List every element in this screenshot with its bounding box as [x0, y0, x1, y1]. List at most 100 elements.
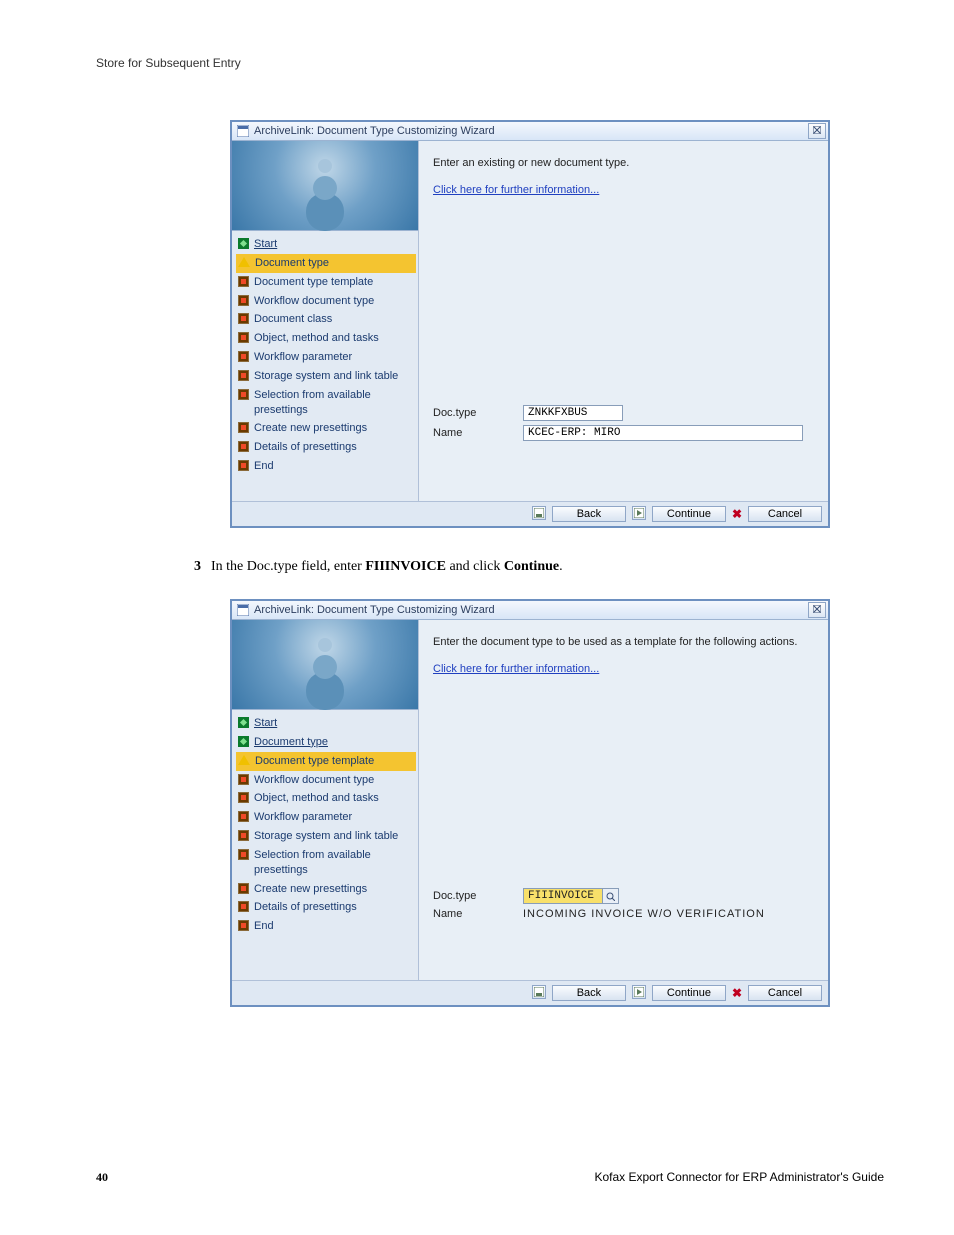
cancel-icon: ✖ [732, 507, 742, 521]
square-todo-icon [238, 441, 249, 452]
close-icon [813, 126, 821, 137]
name-input[interactable] [523, 425, 803, 441]
wizard-step-label: End [254, 919, 274, 934]
wizard-step-label: Storage system and link table [254, 829, 398, 844]
wizard-step-label: Create new presettings [254, 882, 367, 897]
window-title: ArchiveLink: Document Type Customizing W… [254, 604, 495, 616]
titlebar: ArchiveLink: Document Type Customizing W… [232, 122, 828, 141]
continue-icon-button[interactable] [632, 506, 646, 520]
square-todo-icon [238, 460, 249, 471]
wizard-step-item[interactable]: Workflow document type [236, 771, 416, 790]
wizard-step-item[interactable]: Workflow parameter [236, 808, 416, 827]
doctype-input[interactable] [523, 405, 623, 421]
step-instruction: 3 In the Doc.type field, enter FIIINVOIC… [194, 556, 884, 577]
wizard-step-label: Document type [254, 735, 328, 750]
wizard-step-item[interactable]: Workflow parameter [236, 348, 416, 367]
doctype-input[interactable]: FIIINVOICE [523, 888, 603, 904]
wizard-step-item[interactable]: Object, method and tasks [236, 329, 416, 348]
square-todo-icon [238, 883, 249, 894]
wizard-step-label: Object, method and tasks [254, 791, 379, 806]
page-header: Store for Subsequent Entry [96, 56, 884, 70]
wizard-content: Enter the document type to be used as a … [419, 620, 828, 980]
search-help-icon [606, 892, 615, 901]
square-todo-icon [238, 792, 249, 803]
square-todo-icon [238, 332, 249, 343]
window-icon [236, 603, 250, 617]
wizard-banner-image [232, 141, 418, 231]
close-icon [813, 605, 821, 616]
wizard-step-label: End [254, 459, 274, 474]
wizard-step-label: Details of presettings [254, 900, 357, 915]
wizard-step-item[interactable]: Start [236, 235, 416, 254]
wizard-step-item[interactable]: Document type [236, 733, 416, 752]
cancel-button[interactable]: Cancel [748, 985, 822, 1001]
square-todo-icon [238, 370, 249, 381]
wizard-window-1: ArchiveLink: Document Type Customizing W… [230, 120, 830, 528]
wizard-step-item[interactable]: Selection from available presettings [236, 846, 416, 880]
wizard-content: Enter an existing or new document type. … [419, 141, 828, 501]
further-info-link[interactable]: Click here for further information... [433, 184, 814, 196]
wizard-footer: Back Continue ✖ Cancel [232, 501, 828, 526]
square-todo-icon [238, 295, 249, 306]
cancel-button[interactable]: Cancel [748, 506, 822, 522]
name-label: Name [433, 427, 523, 439]
wizard-step-item[interactable]: Details of presettings [236, 438, 416, 457]
wizard-step-label: Workflow parameter [254, 810, 352, 825]
search-help-button[interactable] [603, 888, 619, 904]
wizard-step-item[interactable]: Create new presettings [236, 880, 416, 899]
further-info-link[interactable]: Click here for further information... [433, 663, 814, 675]
wizard-step-label: Start [254, 237, 277, 252]
wizard-step-label: Start [254, 716, 277, 731]
window-icon [236, 124, 250, 138]
wizard-step-item[interactable]: End [236, 917, 416, 936]
square-todo-icon [238, 351, 249, 362]
doctype-label: Doc.type [433, 407, 523, 419]
wizard-step-item[interactable]: Document class [236, 310, 416, 329]
wizard-sidebar: Start Document type Document type template… [232, 141, 419, 501]
name-readonly: INCOMING INVOICE W/O VERIFICATION [523, 908, 814, 920]
wizard-step-label: Storage system and link table [254, 369, 398, 384]
guide-title: Kofax Export Connector for ERP Administr… [594, 1170, 884, 1185]
back-button[interactable]: Back [552, 985, 626, 1001]
wizard-step-item[interactable]: Storage system and link table [236, 827, 416, 846]
cancel-icon: ✖ [732, 986, 742, 1000]
wizard-step-label: Details of presettings [254, 440, 357, 455]
square-todo-icon [238, 811, 249, 822]
wizard-banner-image [232, 620, 418, 710]
continue-icon-button[interactable] [632, 985, 646, 999]
wizard-step-item[interactable]: Start [236, 714, 416, 733]
wizard-step-label: Workflow parameter [254, 350, 352, 365]
wizard-step-item[interactable]: Details of presettings [236, 898, 416, 917]
wizard-window-2: ArchiveLink: Document Type Customizing W… [230, 599, 830, 1007]
wizard-step-label: Document type template [254, 275, 373, 290]
wizard-step-label: Document class [254, 312, 332, 327]
wizard-step-label: Selection from available presettings [254, 848, 414, 878]
square-todo-icon [238, 422, 249, 433]
save-icon-button[interactable] [532, 985, 546, 999]
wizard-footer: Back Continue ✖ Cancel [232, 980, 828, 1005]
wizard-step-item[interactable]: Object, method and tasks [236, 789, 416, 808]
page-number: 40 [96, 1170, 108, 1185]
square-todo-icon [238, 774, 249, 785]
back-button[interactable]: Back [552, 506, 626, 522]
wizard-step-item[interactable]: Document type template [236, 752, 416, 771]
wizard-step-item[interactable]: Document type [236, 254, 416, 273]
continue-button[interactable]: Continue [652, 506, 726, 522]
close-button[interactable] [808, 602, 826, 618]
name-label: Name [433, 908, 523, 920]
save-icon-button[interactable] [532, 506, 546, 520]
square-todo-icon [238, 830, 249, 841]
wizard-step-label: Workflow document type [254, 294, 374, 309]
wizard-step-item[interactable]: Workflow document type [236, 292, 416, 311]
continue-button[interactable]: Continue [652, 985, 726, 1001]
diamond-done-icon [238, 736, 249, 747]
window-title: ArchiveLink: Document Type Customizing W… [254, 125, 495, 137]
triangle-current-icon [238, 755, 250, 765]
wizard-step-item[interactable]: Create new presettings [236, 419, 416, 438]
diamond-done-icon [238, 717, 249, 728]
wizard-step-item[interactable]: Storage system and link table [236, 367, 416, 386]
wizard-step-item[interactable]: End [236, 457, 416, 476]
wizard-step-item[interactable]: Selection from available presettings [236, 386, 416, 420]
wizard-step-item[interactable]: Document type template [236, 273, 416, 292]
close-button[interactable] [808, 123, 826, 139]
